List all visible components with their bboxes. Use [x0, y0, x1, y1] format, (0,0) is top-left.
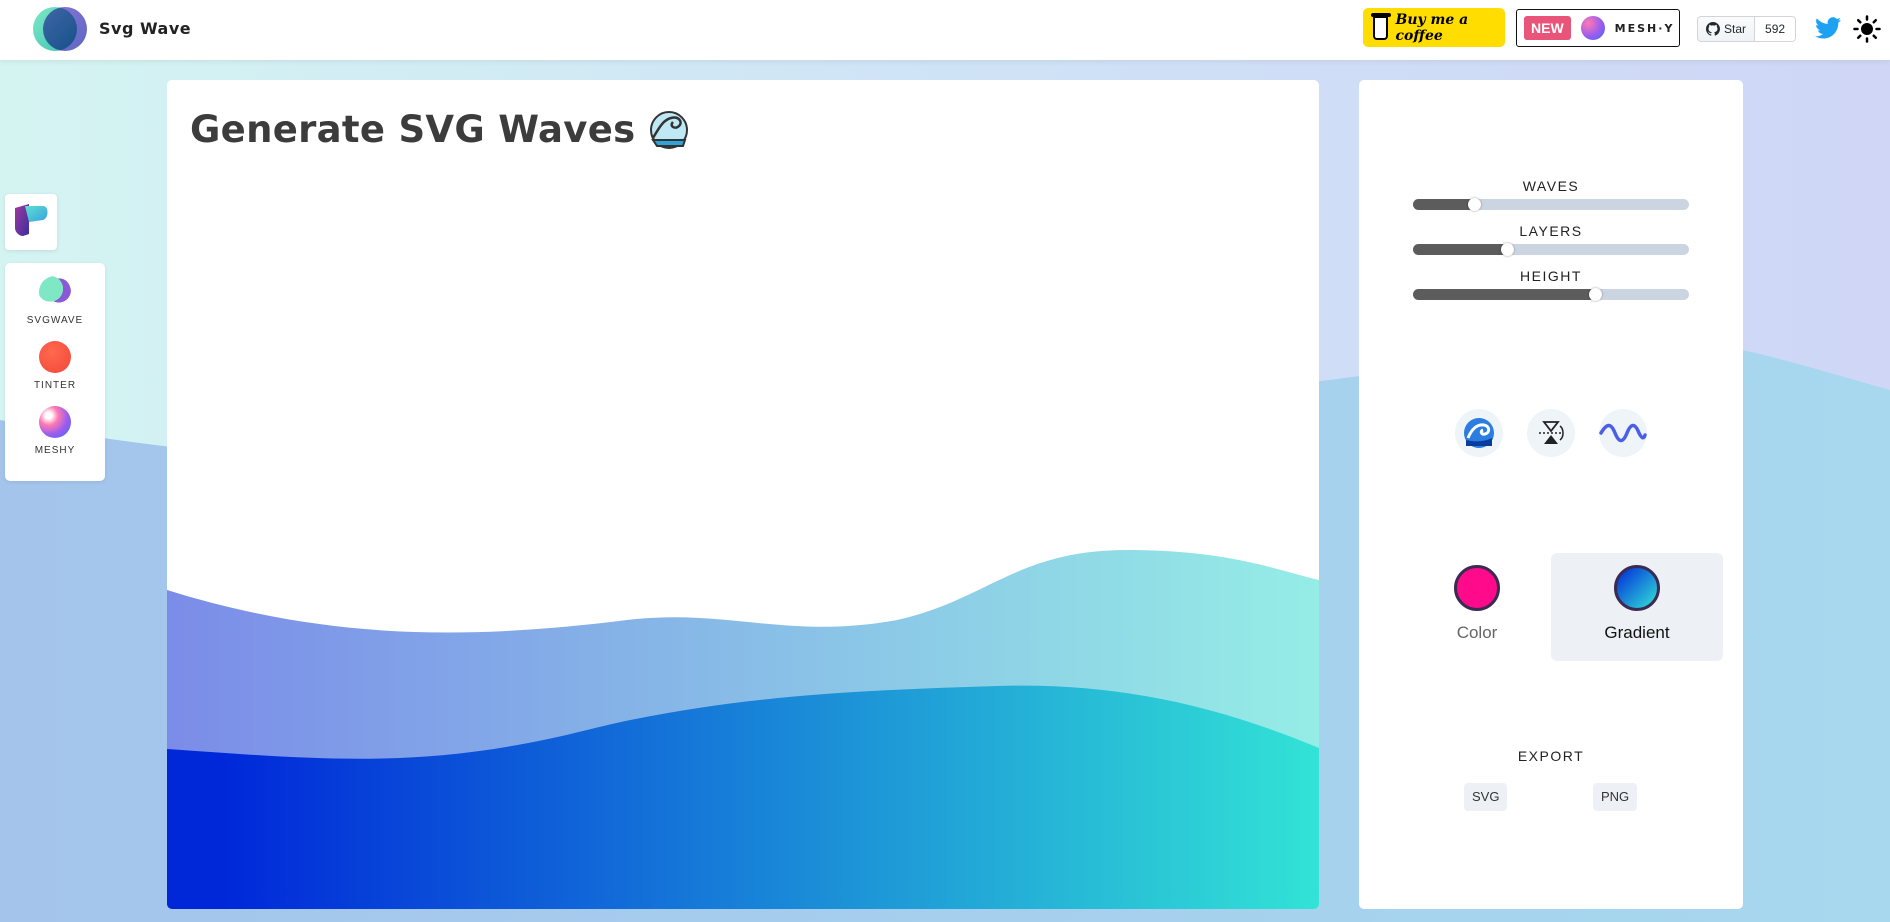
page-title: Generate SVG Waves — [190, 108, 689, 151]
meshy-promo-link[interactable]: NEW MESH·Y — [1516, 9, 1680, 47]
flip-icon — [1539, 421, 1564, 444]
github-star-label: Star — [1724, 22, 1747, 36]
layers-slider-thumb[interactable] — [1500, 243, 1514, 256]
svgwave-logo-icon[interactable] — [33, 7, 87, 51]
height-slider-block: HEIGHT — [1413, 268, 1689, 301]
waves-slider[interactable] — [1413, 198, 1689, 211]
github-star-widget[interactable]: Star 592 — [1697, 16, 1797, 42]
height-slider-fill — [1413, 289, 1596, 300]
waves-slider-block: WAVES — [1413, 178, 1689, 211]
waves-slider-fill — [1413, 199, 1474, 210]
layers-slider-fill — [1413, 244, 1507, 255]
waves-slider-thumb[interactable] — [1467, 198, 1481, 211]
height-slider[interactable] — [1413, 288, 1689, 301]
app-label: TINTER — [33, 380, 77, 391]
waves-slider-label: WAVES — [1522, 178, 1580, 194]
app-tinter[interactable]: TINTER — [5, 341, 105, 391]
layers-slider[interactable] — [1413, 243, 1689, 256]
coffee-label: Buy me a coffee — [1395, 11, 1469, 44]
height-slider-thumb[interactable] — [1589, 288, 1603, 301]
height-slider-label: HEIGHT — [1520, 268, 1582, 284]
page-title-text: Generate SVG Waves — [190, 108, 636, 151]
coffee-cup-icon — [1371, 12, 1391, 40]
buy-me-a-coffee-button[interactable]: Buy me a coffee — [1363, 8, 1505, 47]
export-svg-button[interactable]: SVG — [1464, 783, 1508, 811]
top-bar: Svg Wave Buy me a coffee NEW MESH·Y Star… — [0, 0, 1890, 60]
export-png-button[interactable]: PNG — [1593, 783, 1638, 811]
app-label: MESHY — [34, 445, 76, 456]
layers-slider-block: LAYERS — [1413, 223, 1689, 256]
color-mode-button[interactable]: Color — [1391, 553, 1563, 661]
randomize-button[interactable] — [1455, 409, 1503, 457]
meshy-app-icon — [39, 406, 71, 438]
app-meshy[interactable]: MESHY — [5, 406, 105, 456]
gradient-swatch[interactable] — [1614, 565, 1660, 611]
solid-color-swatch[interactable] — [1454, 565, 1500, 611]
gradient-mode-button[interactable]: Gradient — [1551, 553, 1723, 661]
app-svgwave[interactable]: SVGWAVE — [5, 276, 105, 326]
gradient-mode-label: Gradient — [1604, 623, 1670, 642]
twitter-icon[interactable] — [1815, 17, 1841, 39]
wave-style-icon — [1599, 423, 1647, 443]
theme-toggle-sun-icon[interactable] — [1853, 15, 1881, 43]
wave-preview-card: Generate SVG Waves — [167, 80, 1319, 909]
app-label: SVGWAVE — [26, 315, 84, 326]
meshy-logo-icon — [1580, 16, 1605, 40]
flip-button[interactable] — [1527, 409, 1575, 457]
wave-style-button[interactable] — [1599, 409, 1647, 457]
wave-randomize-icon — [1464, 418, 1494, 448]
export-label: EXPORT — [1517, 748, 1585, 764]
color-mode-label: Color — [1456, 623, 1498, 642]
app-switcher: SVGWAVE TINTER MESHY — [5, 263, 105, 481]
tinter-app-icon — [39, 341, 71, 373]
github-icon — [1706, 22, 1720, 36]
github-star-button[interactable]: Star — [1697, 16, 1756, 42]
meshy-label: MESH·Y — [1614, 21, 1675, 35]
sidebar-logo-button[interactable] — [5, 194, 57, 250]
svgwave-app-icon — [39, 276, 71, 308]
brand-name[interactable]: Svg Wave — [99, 19, 191, 38]
new-badge: NEW — [1524, 16, 1571, 40]
wave-emoji-icon — [650, 110, 689, 149]
github-star-count[interactable]: 592 — [1755, 16, 1797, 42]
wave-preview — [167, 550, 1319, 909]
controls-panel: WAVES LAYERS HEIGHT Color Gradient EXPOR… — [1359, 80, 1743, 909]
layers-slider-label: LAYERS — [1519, 223, 1583, 239]
app-logo-icon — [15, 204, 48, 236]
